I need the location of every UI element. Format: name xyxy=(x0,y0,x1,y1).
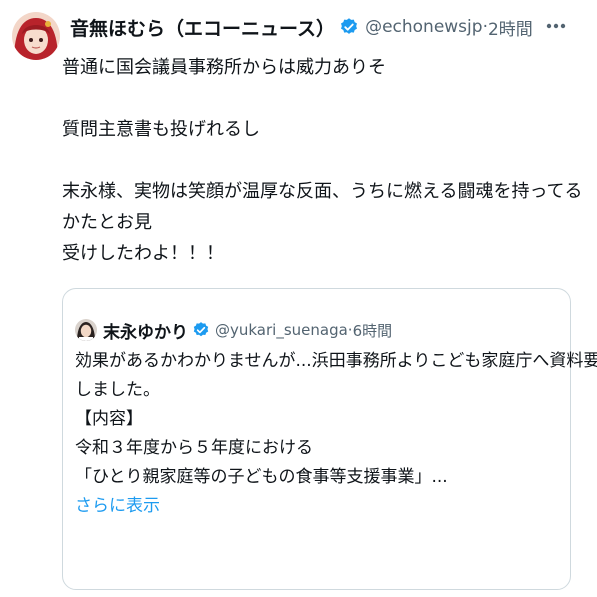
quote-timestamp[interactable]: 6時間 xyxy=(353,320,393,341)
show-more-link[interactable]: さらに表示 xyxy=(75,492,555,521)
tweet-timestamp[interactable]: 2時間 xyxy=(488,15,533,40)
tweet-card[interactable]: 音無ほむら（エコーニュース） @echonewsjp · 2時間 普通に国会議員… xyxy=(0,0,597,597)
quote-author-name[interactable]: 末永ゆかり xyxy=(103,318,188,343)
quote-line: 令和３年度から５年度における xyxy=(75,438,313,458)
quote-body: 効果があるかわかりませんが...浜田事務所よりこども家庭庁へ資料要求 しました。… xyxy=(75,347,597,521)
quote-author-avatar[interactable] xyxy=(75,319,97,341)
author-avatar[interactable] xyxy=(12,12,60,60)
tweet-line: 質問主意書も投げれるし xyxy=(62,119,260,140)
author-name[interactable]: 音無ほむら（エコーニュース） xyxy=(70,14,335,41)
tweet-line: 受けしたわよ！！！ xyxy=(62,243,224,264)
quote-line: 「ひとり親家庭等の子どもの食事等支援事業」... xyxy=(75,467,448,487)
quote-line: しました。 xyxy=(75,380,160,400)
quoted-tweet[interactable]: 末永ゆかり @yukari_suenaga · 6時間 効果があるかわかりません… xyxy=(62,288,597,590)
quote-line: 【内容】 xyxy=(75,409,143,429)
tweet-body: 普通に国会議員事務所からは威力ありそ 質問主意書も投げれるし 末永様、実物は笑顔… xyxy=(62,52,584,269)
tweet-line: 末永様、実物は笑顔が温厚な反面、うちに燃える闘魂を持ってるかたとお見 xyxy=(62,181,583,233)
tweet-line: 普通に国会議員事務所からは威力ありそ xyxy=(62,57,386,78)
quote-line: 効果があるかわかりませんが...浜田事務所よりこども家庭庁へ資料要求 xyxy=(75,351,597,371)
tweet-header: 音無ほむら（エコーニュース） @echonewsjp · 2時間 xyxy=(70,14,577,40)
more-options-icon[interactable] xyxy=(541,16,571,36)
quote-author-handle[interactable]: @yukari_suenaga xyxy=(215,321,348,339)
quote-header: 末永ゆかり @yukari_suenaga · 6時間 xyxy=(75,317,392,343)
author-handle[interactable]: @echonewsjp xyxy=(365,17,483,37)
verified-badge-icon xyxy=(339,17,359,37)
avatar-illustration xyxy=(12,12,60,60)
verified-badge-icon xyxy=(192,321,210,339)
